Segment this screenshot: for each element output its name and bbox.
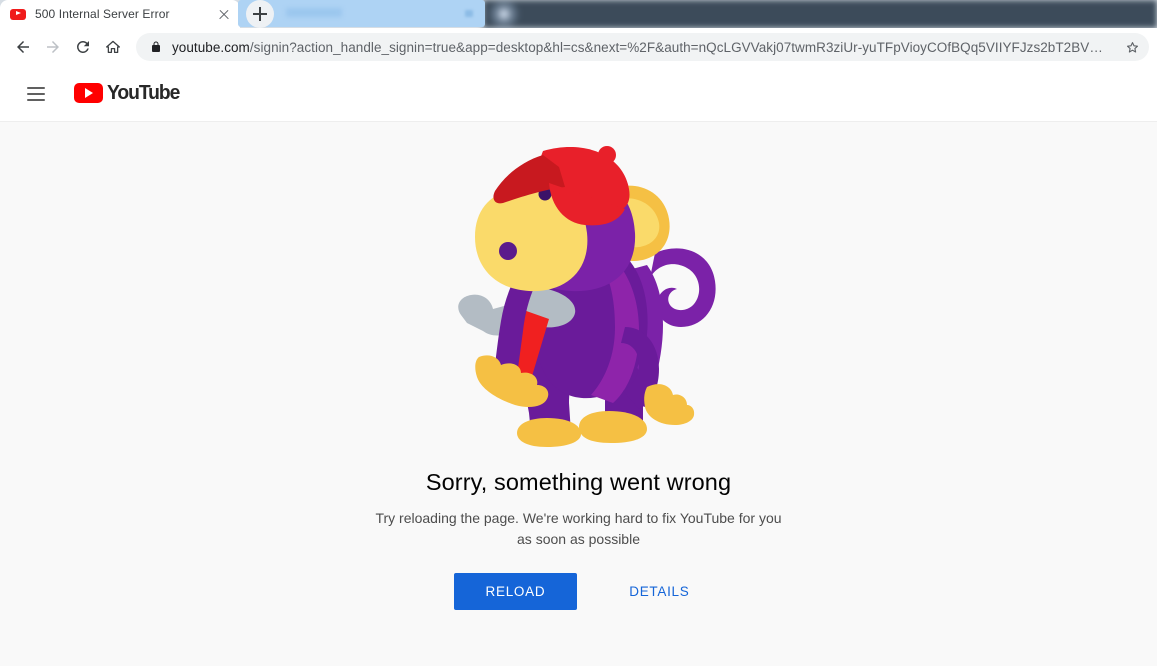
error-subtitle: Try reloading the page. We're working ha… [375, 510, 782, 547]
close-icon[interactable] [216, 6, 232, 22]
monkey-foot-near [516, 418, 581, 447]
tab-title: 500 Internal Server Error [35, 7, 170, 21]
reload-page-button[interactable]: RELOAD [453, 573, 578, 610]
reload-icon [76, 40, 89, 53]
browser-toolbar: youtube.com/signin?action_handle_signin=… [0, 28, 1157, 66]
tab-title-obscured [286, 8, 342, 17]
forward-button[interactable] [38, 32, 68, 62]
hamburger-menu-icon[interactable] [16, 74, 56, 114]
back-arrow-icon [17, 41, 29, 53]
youtube-logo-text: YouTube [107, 80, 180, 104]
youtube-page: YouTube Sorry, something went wrong Try … [0, 66, 1157, 666]
youtube-favicon-icon [10, 6, 26, 22]
lock-icon [150, 40, 162, 54]
browser-window: 500 Internal Server Error youtube.com/si… [0, 0, 1157, 666]
monkey-nostril [498, 242, 517, 260]
browser-tab-active[interactable]: 500 Internal Server Error [0, 0, 240, 28]
reload-button[interactable] [68, 32, 98, 62]
browser-tab-inactive[interactable] [238, 0, 485, 27]
bookmark-star-icon[interactable] [1119, 34, 1145, 60]
url-path: /signin?action_handle_signin=true&app=de… [249, 39, 1103, 55]
back-button[interactable] [8, 32, 38, 62]
close-icon[interactable] [465, 10, 473, 17]
tab-strip: 500 Internal Server Error [0, 0, 1157, 28]
page-title: Sorry, something went wrong [425, 469, 732, 495]
address-bar-url: youtube.com/signin?action_handle_signin=… [172, 40, 1115, 55]
cap-button [597, 146, 616, 164]
tab-strip-overflow-region [483, 0, 1157, 28]
home-button[interactable] [98, 32, 128, 62]
url-host: youtube.com [172, 39, 250, 55]
forward-arrow-icon [47, 41, 59, 53]
new-tab-button[interactable] [246, 0, 274, 28]
monkey-with-hammer-illustration [419, 141, 739, 461]
home-icon [105, 40, 121, 54]
monkey-hand-right [643, 384, 694, 425]
error-page-content: Sorry, something went wrong Try reloadin… [0, 122, 1157, 610]
address-bar[interactable]: youtube.com/signin?action_handle_signin=… [136, 33, 1149, 61]
details-button[interactable]: DETAILS [615, 573, 703, 610]
youtube-masthead: YouTube [0, 66, 1157, 122]
blurred-badge-icon [491, 1, 517, 27]
youtube-play-icon [74, 82, 103, 103]
youtube-logo[interactable]: YouTube [74, 81, 184, 105]
error-actions: RELOAD DETAILS [453, 573, 704, 610]
